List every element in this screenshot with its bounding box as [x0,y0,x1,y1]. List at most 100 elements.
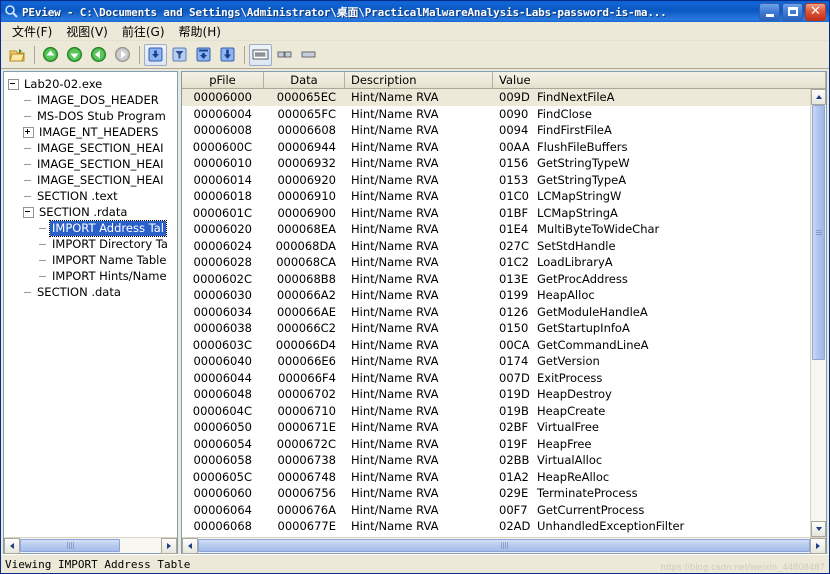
layout-split-icon[interactable] [273,44,296,66]
table-row[interactable]: 00006034 000066AE Hint/Name RVA 0126 GetModu… [182,304,810,321]
tree-item-label[interactable]: IMAGE_SECTION_HEAI [35,173,166,188]
tree-item-label[interactable]: SECTION .rdata [37,205,129,220]
tree-hscroll-thumb[interactable] [20,539,120,552]
nav-forward-icon[interactable] [111,44,134,66]
table-vertical-scrollbar[interactable] [810,89,826,537]
tree-item-label[interactable]: IMAGE_SECTION_HEAI [35,157,166,172]
tree-item-label[interactable]: Lab20-02.exe [22,77,104,92]
nav-back-icon[interactable] [87,44,110,66]
table-row[interactable]: 00006050 0000671E Hint/Name RVA 02BF Virtual… [182,419,810,436]
table-row[interactable]: 0000601C 00006900 Hint/Name RVA 01BF LCMapSt… [182,205,810,222]
table-row[interactable]: 00006014 00006920 Hint/Name RVA 0153 GetStri… [182,172,810,189]
menu-goto[interactable]: 前往(G) [115,21,172,42]
table-row[interactable]: 0000604C 00006710 Hint/Name RVA 019B HeapCre… [182,403,810,420]
table-scroll-left-button[interactable] [182,538,198,554]
tree-item-label[interactable]: IMPORT Address Tal [49,219,167,237]
tree-item-label[interactable]: IMAGE_NT_HEADERS [37,125,160,140]
table-vscroll-thumb[interactable] [812,105,825,360]
layout-single-icon[interactable] [297,44,320,66]
table-row[interactable]: 00006044 000066F4 Hint/Name RVA 007D ExitPro… [182,370,810,387]
tree-item[interactable]: IMPORT Directory Ta [8,236,177,252]
table-row[interactable]: 00006048 00006702 Hint/Name RVA 019D HeapDes… [182,386,810,403]
table-row[interactable]: 00006030 000066A2 Hint/Name RVA 0199 HeapAll… [182,287,810,304]
column-header-data[interactable]: Data [264,72,345,88]
tree-hscroll-track[interactable] [120,538,161,553]
tree-item-label[interactable]: SECTION .text [35,189,120,204]
view-hex-icon[interactable] [144,43,167,66]
tree-item-label[interactable]: IMPORT Directory Ta [50,237,170,252]
table-body-wrap[interactable]: 00006000 000065EC Hint/Name RVA 009D FindNex… [182,89,826,537]
minimize-button[interactable] [759,2,780,21]
tree-item[interactable]: IMAGE_SECTION_HEAI [8,156,177,172]
tree-expand-icon[interactable] [23,126,34,138]
table-row[interactable]: 00006010 00006932 Hint/Name RVA 0156 GetStri… [182,155,810,172]
table-row[interactable]: 0000603C 000066D4 Hint/Name RVA 00CA GetComm… [182,337,810,354]
column-header-description[interactable]: Description [345,72,493,88]
table-row[interactable]: 0000602C 000068B8 Hint/Name RVA 013E GetProc… [182,271,810,288]
tree-item[interactable]: IMPORT Address Tal [8,219,177,237]
tree-item[interactable]: MS-DOS Stub Program [8,108,177,124]
view-filter-icon[interactable] [168,44,191,66]
table-row[interactable]: 00006054 0000672C Hint/Name RVA 019F HeapFre… [182,436,810,453]
table-row[interactable]: 00006008 00006608 Hint/Name RVA 0094 FindFir… [182,122,810,139]
tree-item[interactable]: SECTION .text [8,188,177,204]
maximize-button[interactable] [782,2,803,21]
table-row[interactable]: 00006068 0000677E Hint/Name RVA 02AD Unhandl… [182,518,810,535]
tree-collapse-icon[interactable] [23,206,34,218]
tree-item-label[interactable]: IMAGE_DOS_HEADER [35,93,161,108]
table-vscroll-track[interactable] [811,360,826,521]
tree-item[interactable]: IMAGE_SECTION_HEAI [8,140,177,156]
table-row[interactable]: 00006020 000068EA Hint/Name RVA 01E4 MultiBy… [182,221,810,238]
close-button[interactable]: ✕ [805,2,826,21]
import-table-body[interactable]: 00006000 000065EC Hint/Name RVA 009D FindNex… [182,89,810,537]
tree-item-label[interactable]: IMPORT Name Table [50,253,168,268]
tree-item-label[interactable]: IMPORT Hints/Name [50,269,169,284]
tree-item[interactable]: IMAGE_NT_HEADERS [8,124,177,140]
tree-scroll-left-button[interactable] [4,538,20,554]
view-detail-icon[interactable] [216,44,239,66]
table-row[interactable]: 00006064 0000676A Hint/Name RVA 00F7 GetCurr… [182,502,810,519]
table-horizontal-scrollbar[interactable] [182,537,826,554]
tree-item-label[interactable]: IMAGE_SECTION_HEAI [35,141,166,156]
menu-help[interactable]: 帮助(H) [172,21,228,42]
tree-item[interactable]: IMPORT Hints/Name [8,268,177,284]
structure-tree[interactable]: Lab20-02.exe IMAGE_DOS_HEADER MS-DOS Stub … [4,72,177,300]
table-row[interactable]: 00006000 000065EC Hint/Name RVA 009D FindNex… [182,89,810,106]
menu-view[interactable]: 视图(V) [59,21,115,42]
menu-file[interactable]: 文件(F) [5,21,59,42]
table-row[interactable]: 00006040 000066E6 Hint/Name RVA 0174 GetVers… [182,353,810,370]
table-row[interactable]: 0000600C 00006944 Hint/Name RVA 00AA FlushFi… [182,139,810,156]
open-file-icon[interactable] [6,44,29,66]
table-row[interactable]: 0000606C0000679AHint/Name RVA0121GetModu… [182,535,810,537]
column-header-pfile[interactable]: pFile [182,72,264,88]
table-row[interactable]: 00006028 000068CA Hint/Name RVA 01C2 LoadLib… [182,254,810,271]
nav-down-icon[interactable] [63,44,86,66]
table-scroll-up-button[interactable] [811,89,826,105]
table-row[interactable]: 00006060 00006756 Hint/Name RVA 029E Termina… [182,485,810,502]
layout-full-icon[interactable] [249,43,272,66]
tree-item-label[interactable]: SECTION .data [35,285,123,300]
table-row[interactable]: 00006058 00006738 Hint/Name RVA 02BB Virtual… [182,452,810,469]
table-row[interactable]: 00006004 000065FC Hint/Name RVA 0090 FindClo… [182,106,810,123]
tree-item[interactable]: SECTION .rdata [8,204,177,220]
tree-item-label[interactable]: MS-DOS Stub Program [35,109,168,124]
tree-item[interactable]: Lab20-02.exe [8,76,177,92]
column-header-value[interactable]: Value [493,72,826,88]
tree-item[interactable]: IMAGE_DOS_HEADER [8,92,177,108]
tree-item[interactable]: IMAGE_SECTION_HEAI [8,172,177,188]
table-row[interactable]: 00006038 000066C2 Hint/Name RVA 0150 GetStar… [182,320,810,337]
view-struct-icon[interactable] [192,44,215,66]
table-scroll-down-button[interactable] [811,521,826,537]
table-row[interactable]: 0000605C 00006748 Hint/Name RVA 01A2 HeapReA… [182,469,810,486]
tree-item[interactable]: IMPORT Name Table [8,252,177,268]
tree-collapse-icon[interactable] [8,78,19,90]
tree-scroll-right-button[interactable] [161,538,177,554]
tree-item[interactable]: SECTION .data [8,284,177,300]
tree-horizontal-scrollbar[interactable] [4,537,177,554]
nav-up-icon[interactable] [39,44,62,66]
table-row[interactable]: 00006018 00006910 Hint/Name RVA 01C0 LCMapSt… [182,188,810,205]
table-scroll-right-button[interactable] [810,538,826,554]
table-hscroll-thumb[interactable] [198,539,810,552]
tree-body[interactable]: Lab20-02.exe IMAGE_DOS_HEADER MS-DOS Stub … [4,72,177,537]
table-row[interactable]: 00006024 000068DA Hint/Name RVA 027C SetStdH… [182,238,810,255]
